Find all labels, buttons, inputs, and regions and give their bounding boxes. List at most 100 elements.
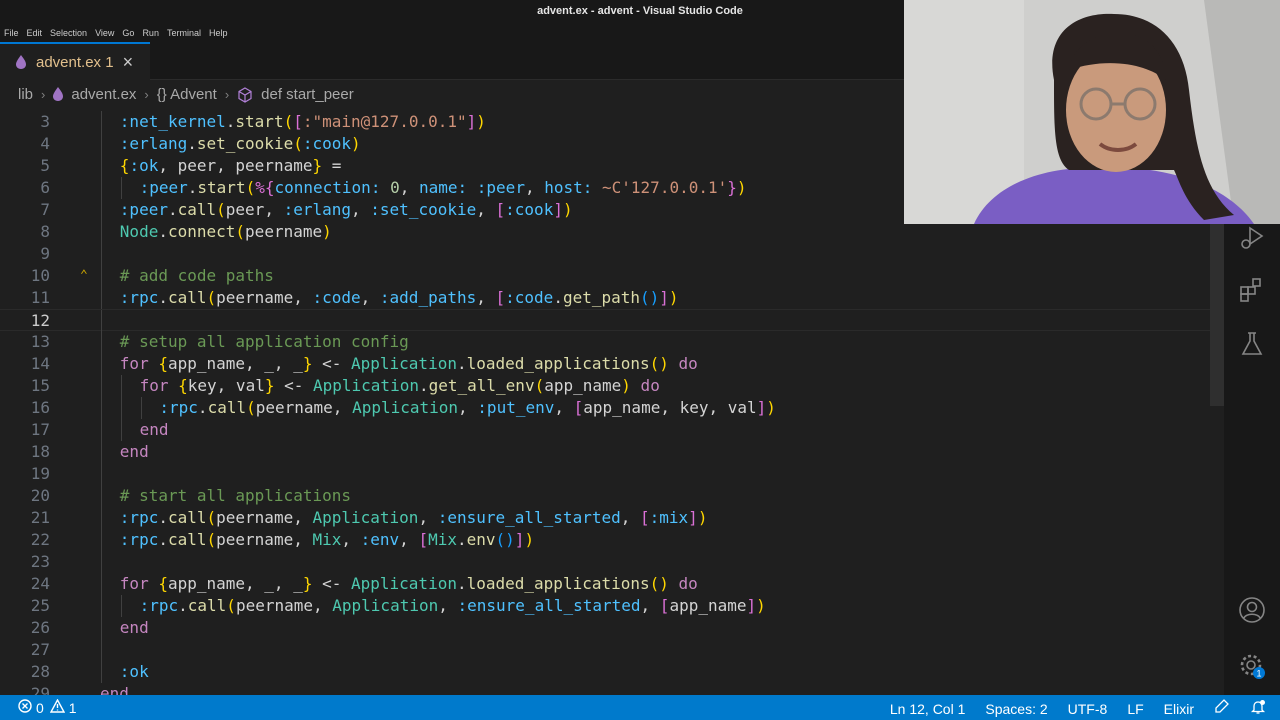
- code-line[interactable]: 13 # setup all application config: [0, 331, 1210, 353]
- code-line[interactable]: 26 end: [0, 617, 1210, 639]
- account-icon[interactable]: [1238, 596, 1266, 624]
- code-token: :mix: [649, 508, 689, 527]
- code-line[interactable]: 19: [0, 463, 1210, 485]
- line-number: 3: [40, 112, 50, 131]
- breadcrumb-symbol[interactable]: def start_peer: [261, 86, 354, 103]
- settings-gear-icon[interactable]: 1: [1238, 652, 1266, 680]
- menu-item-selection[interactable]: Selection: [50, 28, 87, 38]
- tab-advent-ex[interactable]: advent.ex 1 ×: [0, 42, 150, 80]
- menu-item-file[interactable]: File: [4, 28, 19, 38]
- code-line[interactable]: 10 ⌃ # add code paths: [0, 265, 1210, 287]
- line-number: 21: [30, 508, 50, 527]
- problems-indicator[interactable]: 0 1: [18, 698, 77, 716]
- code-token: get_path: [562, 288, 641, 307]
- code-token: ): [621, 376, 631, 395]
- status-bar: 0 1 Ln 12, Col 1 Spaces: 2 UTF-8 LF Elix…: [0, 695, 1280, 720]
- end-of-line[interactable]: LF: [1127, 701, 1143, 717]
- code-line[interactable]: 20 # start all applications: [0, 485, 1210, 507]
- editor-scrollbar[interactable]: [1210, 224, 1224, 406]
- code-line[interactable]: 14 for {app_name, _, _} <- Application.lo…: [0, 353, 1210, 375]
- chevron-right-icon: ›: [224, 86, 230, 102]
- code-token: loaded_applications: [466, 574, 650, 593]
- indent-guide: [101, 551, 102, 573]
- code-token: :cook: [302, 134, 352, 153]
- code-token: :rpc: [119, 530, 159, 549]
- notifications-bell-icon[interactable]: [1250, 699, 1266, 718]
- line-number: 22: [30, 530, 50, 549]
- code-text: Node.connect(peername): [120, 221, 332, 243]
- code-text: :rpc.call(peername, :code, :add_paths, […: [120, 287, 679, 309]
- menu-bar: File Edit Selection View Go Run Terminal Help: [0, 24, 904, 42]
- code-token: .: [158, 508, 168, 527]
- cursor-position[interactable]: Ln 12, Col 1: [890, 701, 966, 717]
- code-line[interactable]: 29 end: [0, 683, 1210, 695]
- indent-guide: [101, 397, 102, 419]
- line-number: 7: [40, 200, 50, 219]
- chevron-right-icon: ›: [41, 86, 46, 102]
- indent-guide: [101, 199, 102, 221]
- breadcrumb-folder[interactable]: lib: [18, 86, 33, 103]
- encoding[interactable]: UTF-8: [1068, 701, 1108, 717]
- code-token: (: [206, 288, 217, 307]
- code-token: start: [197, 178, 246, 197]
- menu-item-help[interactable]: Help: [209, 28, 228, 38]
- code-line[interactable]: 18 end: [0, 441, 1210, 463]
- code-line[interactable]: 15 for {key, val} <- Application.get_all_…: [0, 375, 1210, 397]
- line-number: 25: [30, 596, 50, 615]
- code-token: key, val: [187, 376, 265, 395]
- code-line[interactable]: 24 for {app_name, _, _} <- Application.lo…: [0, 573, 1210, 595]
- code-line[interactable]: 27: [0, 639, 1210, 661]
- indentation[interactable]: Spaces: 2: [985, 701, 1047, 717]
- code-line[interactable]: 8 Node.connect(peername): [0, 221, 1210, 243]
- code-token: do: [630, 376, 660, 395]
- breadcrumb-module[interactable]: {} Advent: [157, 86, 217, 103]
- code-line[interactable]: 22:rpc.call(peername, Mix, :env, [Mix.en…: [0, 529, 1210, 551]
- fold-indicator-icon[interactable]: ⌃: [80, 265, 88, 287]
- close-icon[interactable]: ×: [123, 53, 134, 71]
- code-token: ,: [640, 596, 660, 615]
- breadcrumb-file[interactable]: advent.ex: [71, 86, 136, 103]
- language-mode[interactable]: Elixir: [1164, 701, 1194, 717]
- settings-badge: 1: [1256, 669, 1261, 679]
- code-token: [: [640, 508, 650, 527]
- code-token: {: [178, 376, 188, 395]
- code-token: # add code paths: [119, 266, 274, 285]
- code-token: .: [456, 574, 467, 593]
- code-line[interactable]: 11:rpc.call(peername, :code, :add_paths,…: [0, 287, 1210, 309]
- menu-item-terminal[interactable]: Terminal: [167, 28, 201, 38]
- testing-flask-icon[interactable]: [1238, 330, 1266, 358]
- code-token: :ensure_all_started: [457, 596, 641, 615]
- elixir-file-icon: [16, 55, 26, 69]
- feedback-icon[interactable]: [1214, 699, 1230, 718]
- code-token: end: [100, 684, 129, 695]
- code-line[interactable]: 25:rpc.call(peername, Application, :ensu…: [0, 595, 1210, 617]
- code-token: (: [226, 596, 236, 615]
- menu-item-edit[interactable]: Edit: [27, 28, 43, 38]
- code-token: =: [322, 156, 342, 175]
- menu-item-go[interactable]: Go: [122, 28, 134, 38]
- line-number: 4: [40, 134, 50, 153]
- code-line[interactable]: 17 end: [0, 419, 1210, 441]
- code-line[interactable]: 23: [0, 551, 1210, 573]
- menu-item-view[interactable]: View: [95, 28, 114, 38]
- code-token: ,: [418, 508, 438, 527]
- line-number: 12: [30, 311, 50, 330]
- extensions-icon[interactable]: [1238, 276, 1266, 304]
- code-line[interactable]: 16:rpc.call(peername, Application, :put_…: [0, 397, 1210, 419]
- indent-guide: [101, 485, 102, 507]
- indent-guide: [101, 595, 102, 617]
- code-token: ]: [466, 112, 477, 131]
- code-line[interactable]: 9: [0, 243, 1210, 265]
- code-line[interactable]: 28:ok: [0, 661, 1210, 683]
- code-token: .: [197, 398, 208, 417]
- code-token: ): [668, 288, 679, 307]
- code-token: :net_kernel: [119, 112, 226, 131]
- run-debug-icon[interactable]: [1238, 224, 1266, 252]
- menu-item-run[interactable]: Run: [142, 28, 159, 38]
- line-number: 17: [30, 420, 50, 439]
- code-token: :peer: [139, 178, 188, 197]
- code-line[interactable]: 12: [0, 309, 1210, 332]
- code-line[interactable]: 21:rpc.call(peername, Application, :ensu…: [0, 507, 1210, 529]
- code-token: :rpc: [119, 508, 159, 527]
- indent-guide: [101, 177, 102, 199]
